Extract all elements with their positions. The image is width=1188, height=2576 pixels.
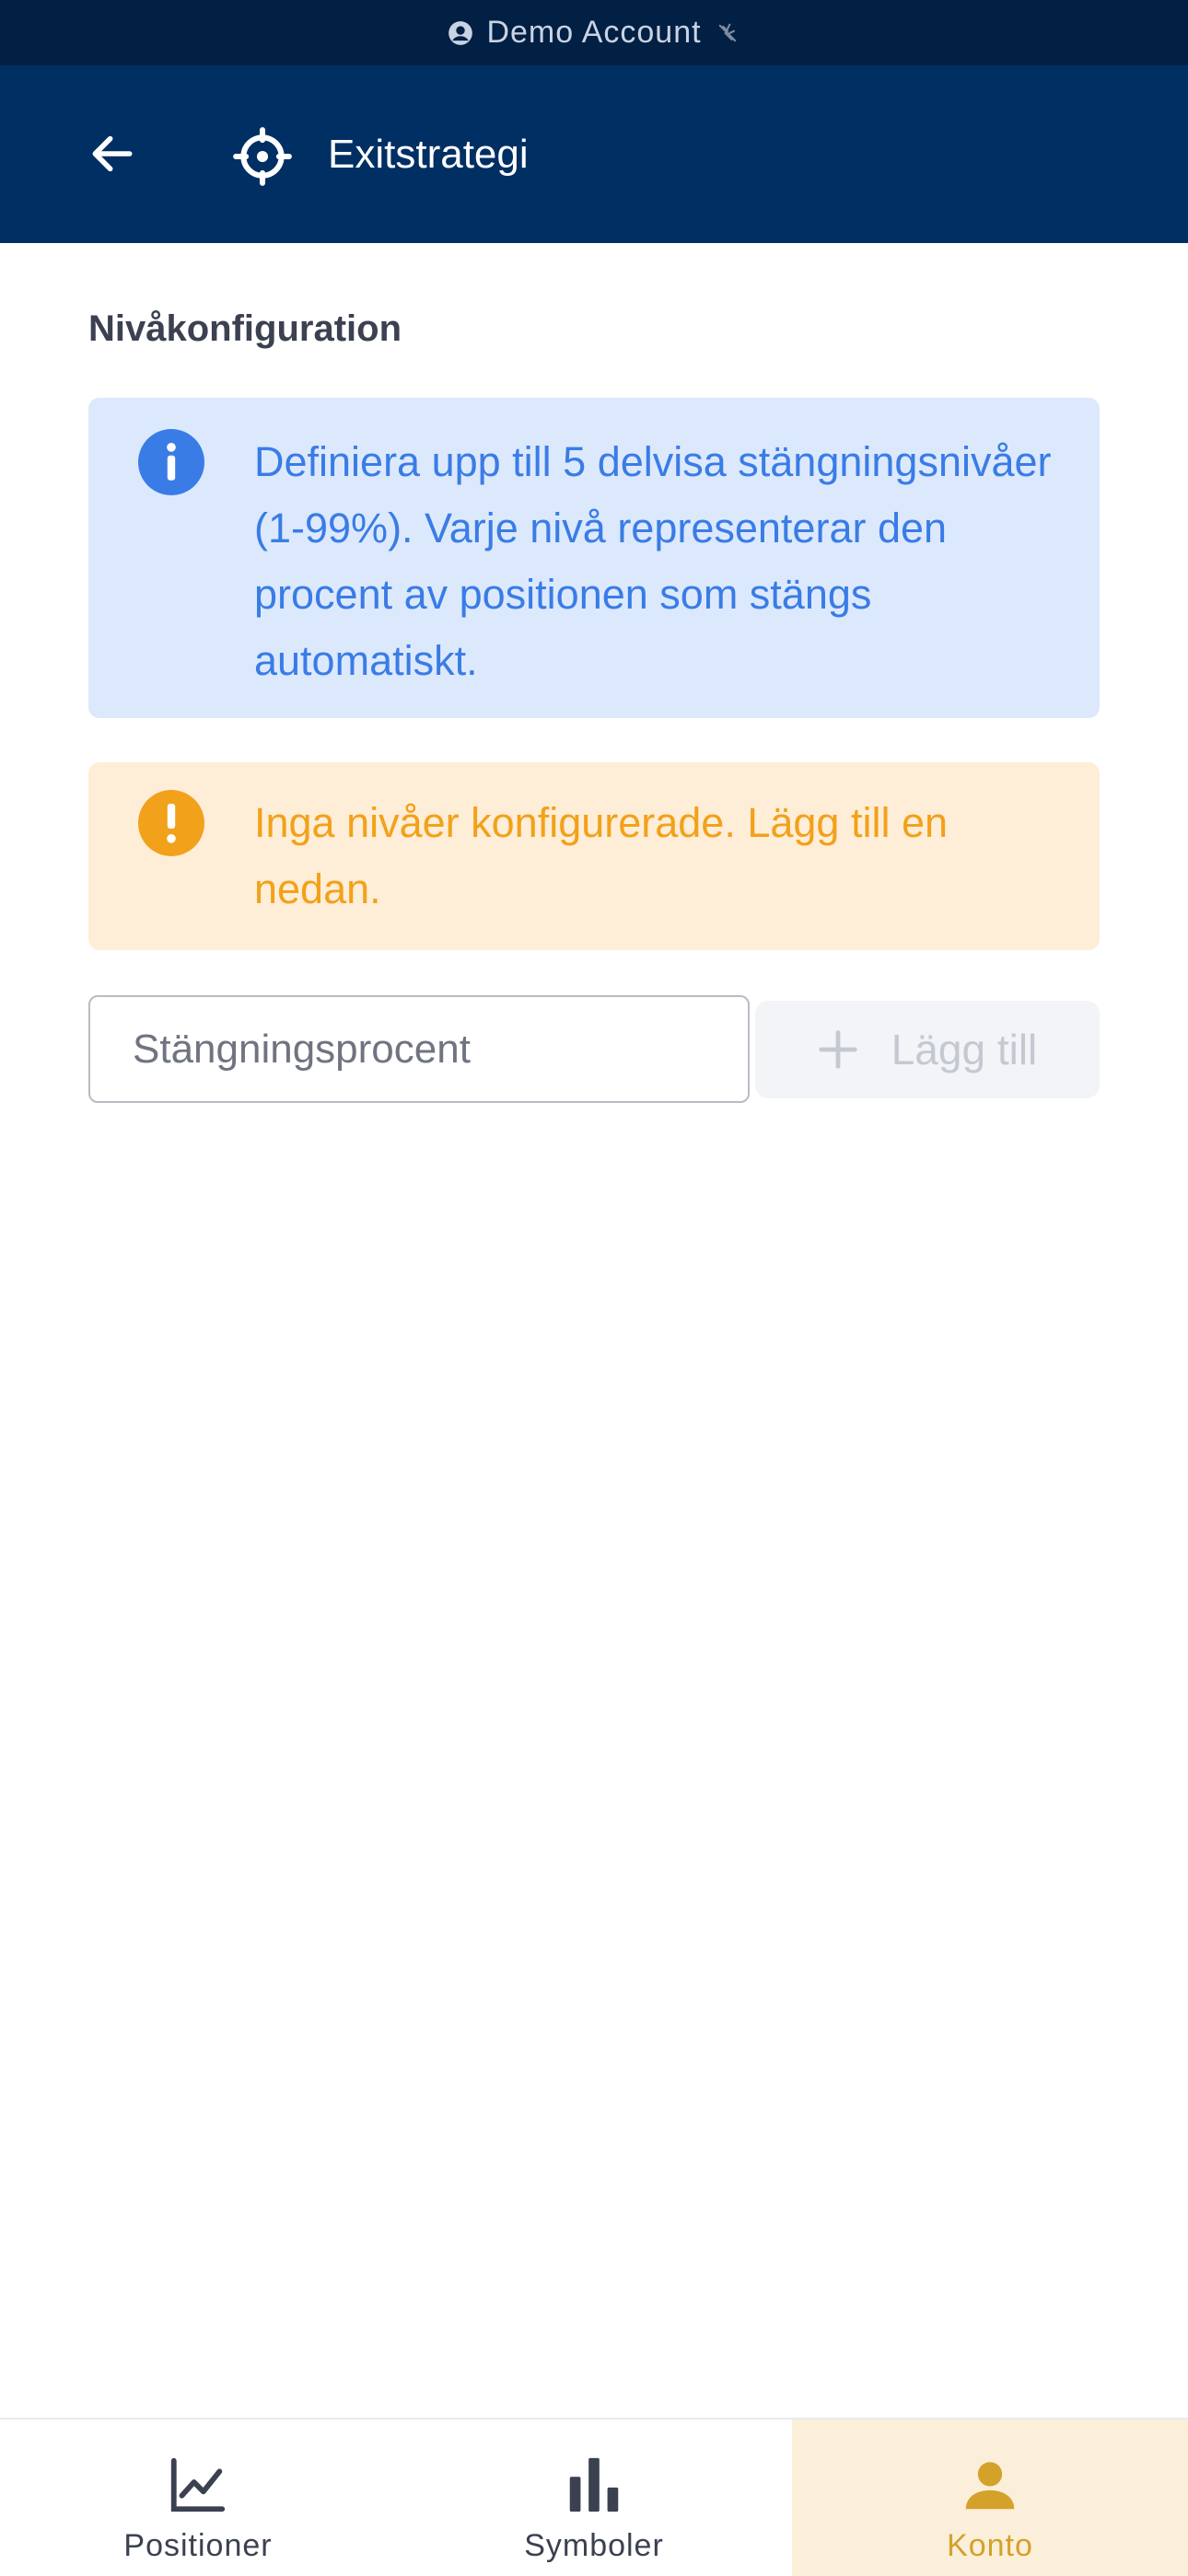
nav-label: Positioner [123, 2528, 273, 2563]
person-icon [965, 2462, 1015, 2510]
info-banner: Definiera upp till 5 delvisa stängningsn… [88, 398, 1100, 718]
nav-label: Symboler [524, 2528, 664, 2563]
account-label: Demo Account [486, 15, 702, 50]
section-title: Nivåkonfiguration [88, 308, 402, 349]
info-message: Definiera upp till 5 delvisa stängningsn… [254, 438, 1052, 684]
warning-message: Inga nivåer konfigurerade. Lägg till en … [254, 799, 949, 912]
bar-chart-icon [569, 2457, 619, 2512]
nav-item-symboler[interactable]: Symboler [396, 2419, 792, 2576]
status-bar: Demo Account [0, 0, 1188, 65]
nav-label: Konto [947, 2528, 1033, 2563]
back-button[interactable] [76, 117, 149, 191]
info-icon [138, 429, 204, 495]
warning-icon [138, 790, 204, 856]
nav-item-konto[interactable]: Konto [792, 2419, 1188, 2576]
nav-item-positioner[interactable]: Positioner [0, 2419, 396, 2576]
account-circle-icon [448, 20, 473, 45]
add-level-label: Lägg till [891, 1026, 1038, 1073]
page-title: Exitstrategi [328, 132, 529, 177]
crosshair-icon [233, 127, 292, 186]
app-bar: Exitstrategi [0, 65, 1188, 243]
arrow-left-icon [92, 135, 133, 172]
closing-percent-input[interactable] [88, 995, 750, 1103]
bottom-nav: Positioner Symboler Konto [0, 2418, 1188, 2576]
plus-icon [819, 1030, 857, 1069]
line-chart-icon [170, 2457, 226, 2512]
add-level-button[interactable]: Lägg till [755, 1001, 1100, 1098]
disconnected-icon [718, 23, 736, 41]
warning-banner: Inga nivåer konfigurerade. Lägg till en … [88, 762, 1100, 950]
